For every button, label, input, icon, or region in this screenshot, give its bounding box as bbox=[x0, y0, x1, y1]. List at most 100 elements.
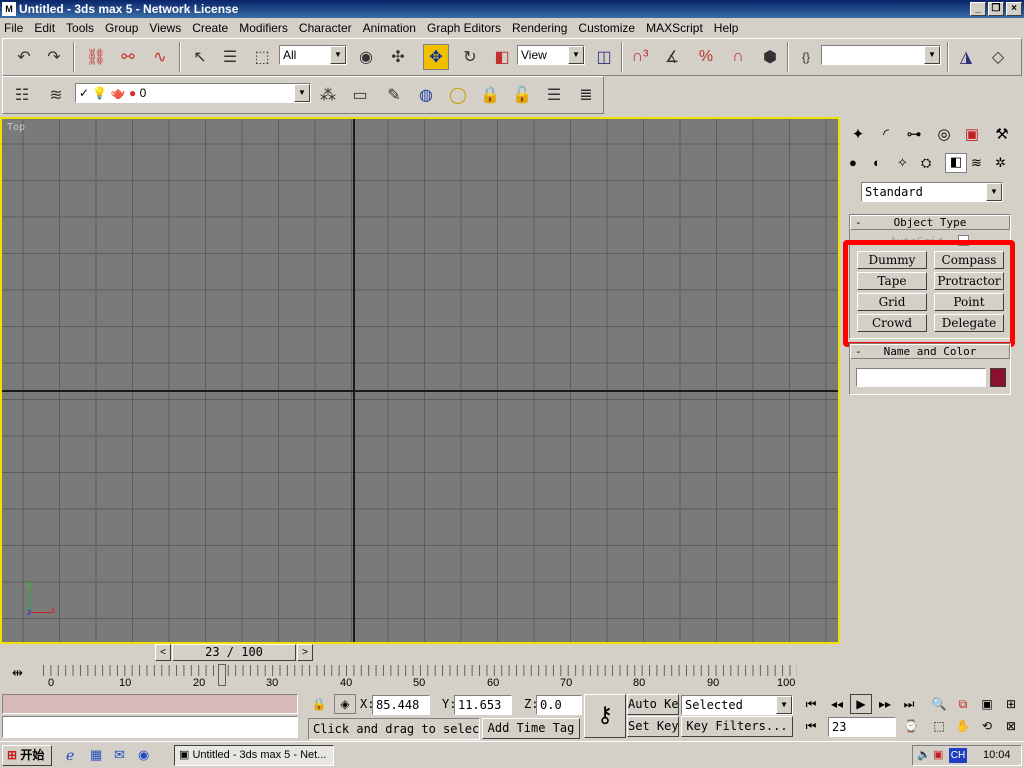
restore-button[interactable]: ❐ bbox=[988, 2, 1004, 16]
mirror-icon[interactable]: ◮ bbox=[953, 44, 979, 70]
minimize-button[interactable]: _ bbox=[970, 2, 986, 16]
layers-icon[interactable]: ≋ bbox=[43, 82, 69, 108]
add-time-tag-button[interactable]: Add Time Tag bbox=[482, 718, 580, 739]
selection-mode-dropdown[interactable]: Selected ▼ bbox=[681, 695, 793, 715]
geometry-icon[interactable]: ● bbox=[849, 155, 869, 173]
select-and-scale-icon[interactable]: ◧ bbox=[489, 44, 515, 70]
time-slider[interactable]: < 23 / 100 > bbox=[155, 644, 315, 662]
angle-snap-icon[interactable]: ∡ bbox=[659, 44, 685, 70]
menu-graph-editors[interactable]: Graph Editors bbox=[427, 21, 501, 35]
select-and-rotate-icon[interactable]: ↻ bbox=[457, 44, 483, 70]
time-configuration-icon[interactable]: ⌚ bbox=[900, 716, 922, 736]
y-coordinate-field[interactable]: 11.653 bbox=[454, 695, 512, 715]
outlook-icon[interactable]: ✉ bbox=[114, 747, 132, 765]
track-bar[interactable]: ⇹ 0 10 20 30 40 50 60 70 80 90 100 bbox=[0, 662, 843, 690]
chevron-left-icon[interactable]: < bbox=[155, 644, 171, 661]
taskbar-item-3ds-max[interactable]: ▣ Untitled - 3ds max 5 - Net... bbox=[174, 745, 334, 766]
pivot-point-icon[interactable]: ◫ bbox=[591, 44, 617, 70]
menu-create[interactable]: Create bbox=[192, 21, 228, 35]
menu-views[interactable]: Views bbox=[149, 21, 181, 35]
layer-manager-icon[interactable]: ☷ bbox=[9, 82, 35, 108]
next-frame-icon[interactable]: ▸▸ bbox=[874, 694, 896, 714]
auto-key-button[interactable]: Auto Key bbox=[627, 694, 679, 715]
create-tab-icon[interactable]: ✦ bbox=[845, 121, 871, 147]
align-icon[interactable]: ◇ bbox=[985, 44, 1011, 70]
lock-icon[interactable]: 🔒 bbox=[477, 82, 503, 108]
menu-tools[interactable]: Tools bbox=[66, 21, 94, 35]
zoom-extents-all-icon[interactable]: ⊞ bbox=[1000, 694, 1022, 714]
previous-frame-icon[interactable]: ◂◂ bbox=[826, 694, 848, 714]
object-type-rollout-header[interactable]: - Object Type bbox=[850, 215, 1010, 230]
name-and-color-rollout-header[interactable]: - Name and Color bbox=[850, 344, 1010, 359]
link-icon[interactable]: ⛓ bbox=[83, 44, 109, 70]
helpers-icon[interactable]: ◧ bbox=[945, 153, 967, 173]
time-slider-thumb[interactable]: 23 / 100 bbox=[172, 644, 296, 661]
modify-tab-icon[interactable]: ◜ bbox=[873, 121, 899, 147]
pan-icon[interactable]: ✋ bbox=[952, 716, 974, 736]
menu-edit[interactable]: Edit bbox=[34, 21, 55, 35]
unlock-icon[interactable]: 🔓 bbox=[509, 82, 535, 108]
select-layer-objects-icon[interactable]: ✎ bbox=[381, 82, 407, 108]
edit-named-selection-icon[interactable]: {} bbox=[793, 44, 819, 70]
absolute-mode-icon[interactable]: ◈ bbox=[334, 694, 356, 714]
z-coordinate-field[interactable]: 0.0 bbox=[536, 695, 582, 715]
arc-rotate-icon[interactable]: ⟲ bbox=[976, 716, 998, 736]
play-icon[interactable]: ▶ bbox=[850, 694, 872, 714]
open-mini-curve-editor-icon[interactable]: ⇹ bbox=[12, 665, 32, 680]
maximize-viewport-icon[interactable]: ⊠ bbox=[1000, 716, 1022, 736]
cameras-icon[interactable]: ⛭ bbox=[921, 155, 941, 173]
select-object-icon[interactable]: ↖ bbox=[187, 44, 213, 70]
motion-tab-icon[interactable]: ◎ bbox=[931, 121, 957, 147]
redo-icon[interactable]: ↷ bbox=[41, 44, 67, 70]
top-viewport[interactable]: Top y x z bbox=[0, 117, 840, 644]
menu-maxscript[interactable]: MAXScript bbox=[646, 21, 703, 35]
start-button[interactable]: ⊞ 开始 bbox=[2, 745, 52, 766]
unlink-icon[interactable]: ⚯ bbox=[115, 44, 141, 70]
maxscript-listener[interactable] bbox=[2, 694, 298, 714]
hierarchy-tab-icon[interactable]: ⊶ bbox=[901, 121, 927, 147]
volume-icon[interactable]: 🔈 bbox=[917, 746, 931, 765]
key-icon[interactable]: ⚷ bbox=[584, 694, 626, 738]
percent-snap-icon[interactable]: % bbox=[693, 44, 719, 70]
display-tab-icon[interactable]: ▣ bbox=[959, 121, 985, 147]
hide-light-icon[interactable]: ◍ bbox=[413, 82, 439, 108]
go-to-start-icon[interactable]: ⏮ bbox=[800, 694, 822, 714]
rectangular-selection-icon[interactable]: ⬚ bbox=[249, 44, 275, 70]
internet-explorer-icon[interactable]: ℯ bbox=[66, 747, 84, 765]
selection-filter-dropdown[interactable]: All ▼ bbox=[279, 45, 347, 65]
region-zoom-icon[interactable]: ⬚ bbox=[928, 716, 950, 736]
time-marker[interactable] bbox=[218, 664, 226, 686]
lock-selection-icon[interactable]: 🔒 bbox=[308, 694, 330, 714]
messenger-icon[interactable]: ◉ bbox=[138, 747, 156, 765]
zoom-all-icon[interactable]: ⧉ bbox=[952, 694, 974, 714]
select-and-move-tool-icon[interactable]: ✣ bbox=[385, 44, 411, 70]
menu-modifiers[interactable]: Modifiers bbox=[239, 21, 288, 35]
menu-customize[interactable]: Customize bbox=[578, 21, 635, 35]
shapes-icon[interactable]: ◐ bbox=[873, 155, 893, 173]
zoom-extents-icon[interactable]: ▣ bbox=[976, 694, 998, 714]
lights-icon[interactable]: ✧ bbox=[897, 155, 917, 173]
snap-toggle-icon[interactable]: ∩³ bbox=[627, 44, 653, 70]
create-new-layer-icon[interactable]: ⁂ bbox=[315, 82, 341, 108]
set-key-button[interactable]: Set Key bbox=[627, 716, 679, 737]
ime-indicator[interactable]: CH bbox=[949, 748, 967, 763]
object-color-swatch[interactable] bbox=[990, 368, 1006, 387]
menu-help[interactable]: Help bbox=[714, 21, 739, 35]
layer-stack-icon[interactable]: ≣ bbox=[573, 82, 599, 108]
zoom-icon[interactable]: 🔍 bbox=[928, 694, 950, 714]
layer-dropdown[interactable]: ✓ 💡 🫖 ● 0 ▼ bbox=[75, 83, 311, 103]
go-to-end-icon[interactable]: ⏭ bbox=[898, 694, 920, 714]
object-name-input[interactable] bbox=[856, 368, 986, 387]
key-mode-toggle-icon[interactable]: ⏮ bbox=[800, 716, 822, 736]
3ds-max-icon[interactable]: M bbox=[2, 2, 16, 16]
category-dropdown[interactable]: Standard ▼ bbox=[861, 182, 1003, 202]
menu-character[interactable]: Character bbox=[299, 21, 352, 35]
menu-animation[interactable]: Animation bbox=[363, 21, 416, 35]
key-filters-button[interactable]: Key Filters... bbox=[681, 716, 793, 737]
bind-space-warp-icon[interactable]: ∿ bbox=[147, 44, 173, 70]
space-warps-icon[interactable]: ≋ bbox=[971, 155, 991, 173]
named-selection-dropdown[interactable]: ▼ bbox=[821, 45, 941, 65]
layer-list-icon[interactable]: ☰ bbox=[541, 82, 567, 108]
window-crossing-icon[interactable]: ◉ bbox=[353, 44, 379, 70]
select-by-name-icon[interactable]: ☰ bbox=[217, 44, 243, 70]
